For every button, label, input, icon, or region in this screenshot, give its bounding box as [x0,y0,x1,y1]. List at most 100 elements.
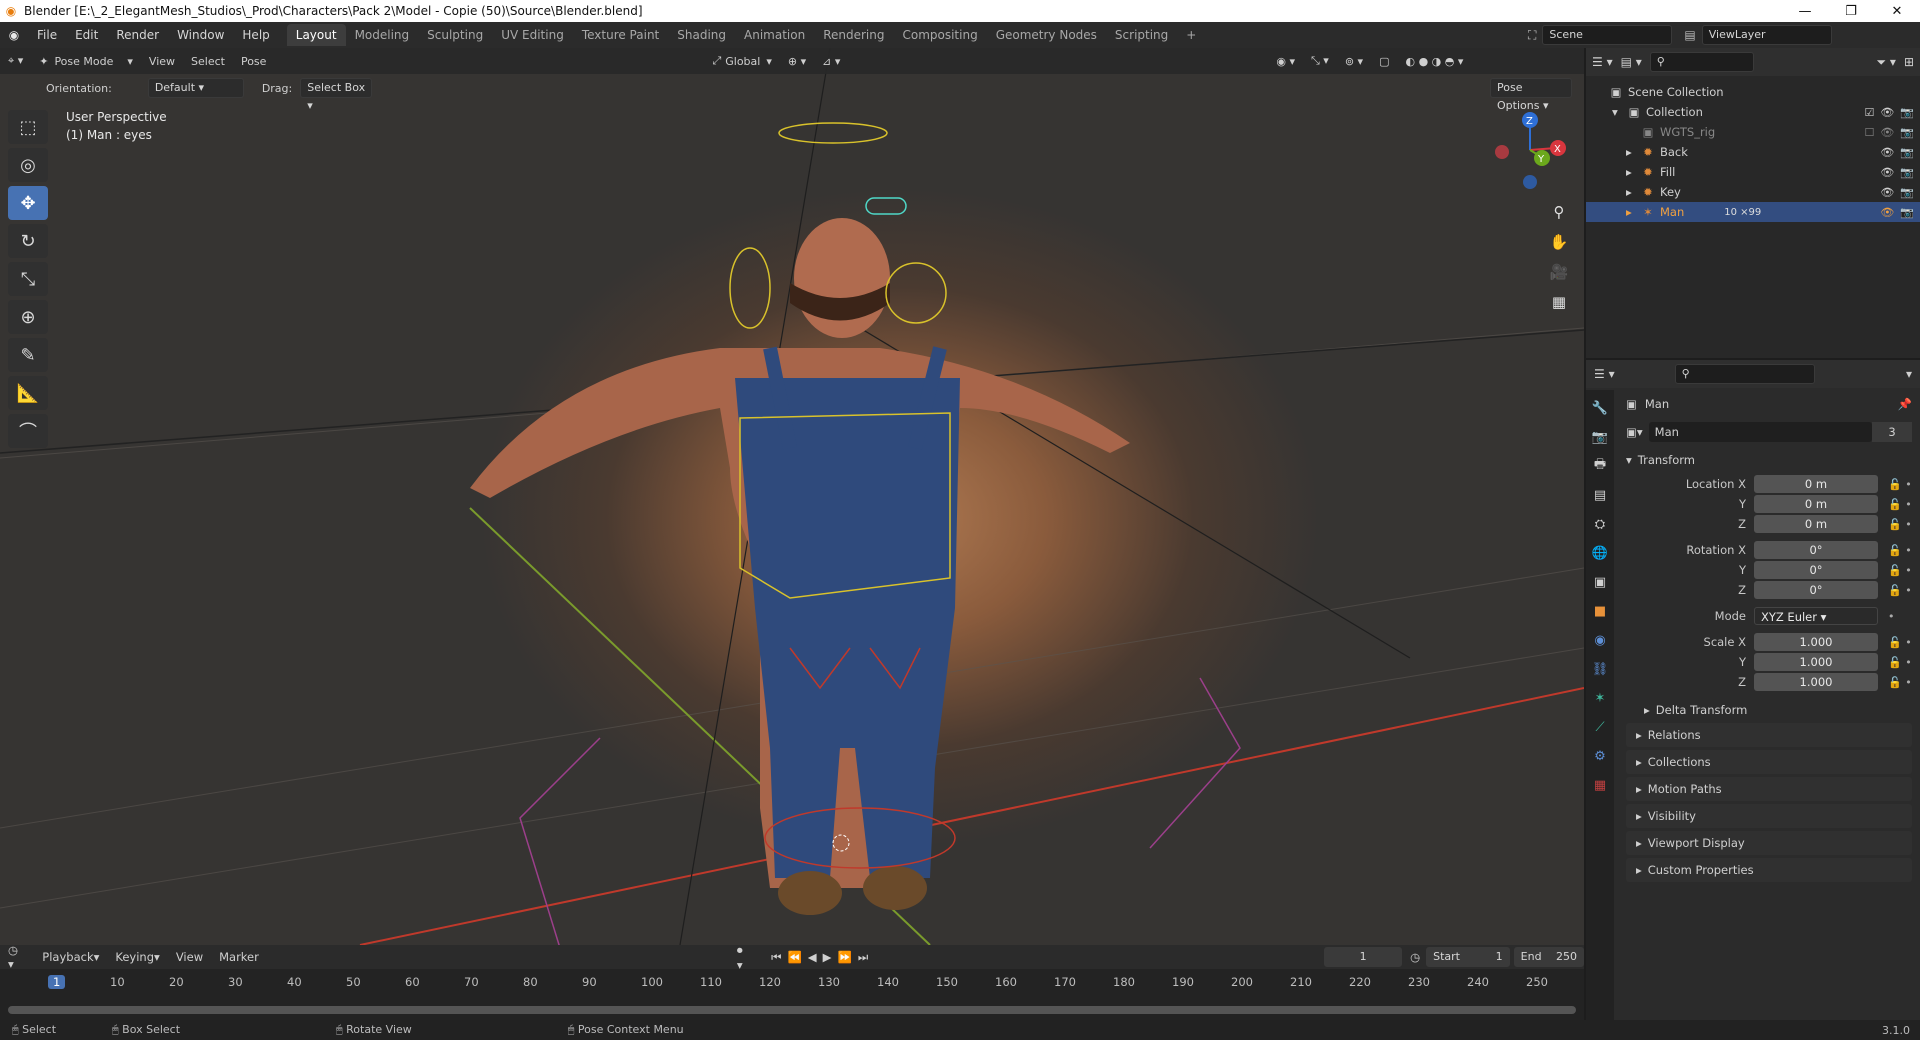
menu-keying[interactable]: Keying ▾ [107,946,167,968]
armature-data-tab-icon[interactable]: ✶ [1590,688,1610,708]
outliner-row-collection[interactable]: ▾ ▣ Collection ☑ 👁 📷 [1586,102,1920,122]
render-tab-icon[interactable]: 📷 [1590,427,1610,447]
bone-constraints-tab-icon[interactable]: ⚙ [1590,746,1610,766]
timeline-scrollbar[interactable] [8,1006,1576,1014]
checkbox-icon[interactable]: ☐ [1864,126,1874,139]
end-frame-field[interactable]: End 250 [1513,947,1585,967]
rotation-z-field[interactable]: 0° [1754,581,1878,599]
scale-tool-icon[interactable]: ⤡ [8,262,48,296]
outliner-row-key[interactable]: ▸ ✹ Key 👁 📷 [1586,182,1920,202]
lock-icon[interactable]: 🔓 • [1888,478,1912,491]
panel-collections[interactable]: ▸ Collections [1626,750,1912,774]
scale-z-field[interactable]: 1.000 [1754,673,1878,691]
users-count[interactable]: 3 [1872,422,1912,442]
menu-marker[interactable]: Marker [211,946,267,968]
scale-x-field[interactable]: 1.000 [1754,633,1878,651]
add-workspace-button[interactable]: + [1177,24,1205,46]
display-mode-icon[interactable]: ▤ ▾ [1621,55,1642,69]
scene-selector[interactable]: Scene [1542,25,1673,45]
tab-geometry-nodes[interactable]: Geometry Nodes [987,24,1106,46]
measure-tool-icon[interactable]: 📐 [8,376,48,410]
menu-render[interactable]: Render [107,28,168,42]
drag-dropdown[interactable]: Select Box ▾ [300,78,373,112]
constraints-tab-icon[interactable]: ⛓ [1590,659,1610,679]
location-z-field[interactable]: 0 m [1754,515,1878,533]
tool-tab-icon[interactable]: 🔧 [1590,398,1610,418]
panel-motion-paths[interactable]: ▸ Motion Paths [1626,777,1912,801]
object-type-icon[interactable]: ▣▾ [1626,425,1643,439]
location-y-field[interactable]: 0 m [1754,495,1878,513]
view-layer-selector[interactable]: ViewLayer [1701,25,1832,45]
eye-icon[interactable]: 👁 [1880,126,1894,139]
rotation-x-field[interactable]: 0° [1754,541,1878,559]
pan-hand-icon[interactable]: ✋ [1545,228,1573,256]
frame-ruler[interactable]: 1 10 20 30 40 50 60 70 80 90 100 110 120 130 140 150 160… [0,973,1584,993]
outliner-search-input[interactable]: ⚲ [1649,52,1754,72]
menu-view-timeline[interactable]: View [168,946,211,968]
lock-icon[interactable]: 🔓 • [1888,676,1912,689]
object-name-field[interactable]: Man [1648,422,1872,442]
mode-selector[interactable]: ✦ Pose Mode ▾ [31,50,141,72]
view-layer-tab-icon[interactable]: ▤ [1590,485,1610,505]
transform-tool-icon[interactable]: ⊕ [8,300,48,334]
lock-icon[interactable]: 🔓 • [1888,544,1912,557]
eye-icon[interactable]: 👁 [1880,146,1894,159]
zoom-icon[interactable]: ⚲ [1545,198,1573,226]
menu-file[interactable]: File [28,28,66,42]
eye-icon[interactable]: 👁 [1880,206,1894,219]
pivot-icon[interactable]: ⊕ ▾ [780,50,814,72]
lock-icon[interactable]: 🔓 • [1888,564,1912,577]
properties-editor-type-icon[interactable]: ☰ ▾ [1594,367,1615,381]
pose-options-button[interactable]: Pose Options ▾ [1490,78,1572,112]
clock-icon[interactable]: ◷ [1410,950,1420,964]
snap-icon[interactable]: ⊿ ▾ [814,50,848,72]
tab-compositing[interactable]: Compositing [893,24,986,46]
tab-texture-paint[interactable]: Texture Paint [573,24,668,46]
overlay-toggle-icon[interactable]: ⊚ ▾ [1337,50,1371,72]
camera-icon[interactable]: 📷 [1900,206,1914,219]
object-tab-icon[interactable]: ■ [1590,601,1610,621]
playback-controls[interactable]: ⏮⏪◀▶⏩⏭ [771,950,874,965]
select-box-tool-icon[interactable]: ⬚ [8,110,48,144]
checkbox-icon[interactable]: ☑ [1864,106,1874,119]
navigation-gizmo[interactable]: Z X Y [1490,110,1570,190]
outliner-scene-collection[interactable]: ▣ Scene Collection [1586,82,1920,102]
cursor-tool-icon[interactable]: ◎ [8,148,48,182]
new-collection-icon[interactable]: ⊞ [1904,55,1914,69]
tab-shading[interactable]: Shading [668,24,735,46]
menu-edit[interactable]: Edit [66,28,107,42]
panel-viewport-display[interactable]: ▸ Viewport Display [1626,831,1912,855]
pin-icon[interactable]: 📌 [1898,397,1912,411]
rotation-mode-dropdown[interactable]: XYZ Euler ▾ [1754,607,1878,625]
camera-icon[interactable]: 📷 [1900,106,1914,119]
tab-scripting[interactable]: Scripting [1106,24,1177,46]
orientation-dropdown[interactable]: Default ▾ [147,78,244,98]
filter-icon[interactable]: ⏷ ▾ [1876,55,1895,70]
gizmo-toggle-icon[interactable]: ⤡ ▾ [1303,50,1337,72]
start-frame-field[interactable]: Start 1 [1426,947,1510,967]
eye-icon[interactable]: 👁 [1880,106,1894,119]
camera-icon[interactable]: 📷 [1900,146,1914,159]
outliner-row-man[interactable]: ▸ ✶ Man 10 ×99 👁 📷 [1586,202,1920,222]
camera-icon[interactable]: 📷 [1900,126,1914,139]
camera-view-icon[interactable]: 🎥 [1545,258,1573,286]
current-frame-field[interactable]: 1 [1324,947,1403,967]
perspective-toggle-icon[interactable]: ▦ [1545,288,1573,316]
visibility-icon[interactable]: ◉ ▾ [1268,50,1303,72]
properties-options-icon[interactable]: ▾ [1906,367,1912,381]
shading-modes[interactable]: ◐ ● ◑ ◓ ▾ [1397,50,1471,72]
tab-rendering[interactable]: Rendering [814,24,893,46]
menu-view[interactable]: View [141,50,183,72]
bone-tab-icon[interactable]: ⟋ [1590,717,1610,737]
scene-tab-icon[interactable]: ⛭ [1590,514,1610,534]
annotate-tool-icon[interactable]: ✎ [8,338,48,372]
outliner-row-wgts[interactable]: ▣ WGTS_rig ☐ 👁 📷 [1586,122,1920,142]
tab-layout[interactable]: Layout [286,24,346,46]
tab-sculpting[interactable]: Sculpting [418,24,492,46]
record-icon[interactable]: ⏺ ▾ [737,943,751,972]
camera-icon[interactable]: 📷 [1900,186,1914,199]
outliner-row-back[interactable]: ▸ ✹ Back 👁 📷 [1586,142,1920,162]
eye-icon[interactable]: 👁 [1880,186,1894,199]
collection-tab-icon[interactable]: ▣ [1590,572,1610,592]
minimize-button[interactable]: — [1782,0,1828,22]
